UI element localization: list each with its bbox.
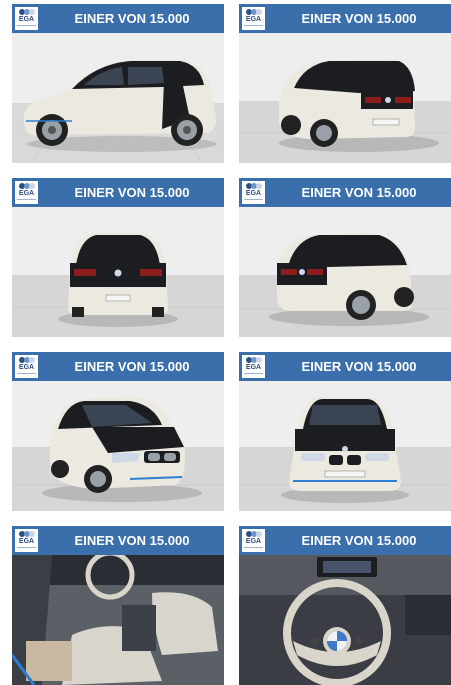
logo-text: EGA <box>245 16 262 23</box>
logo-underline <box>244 373 263 374</box>
photo-banner: EGA EINER VON 15.000 <box>239 526 451 555</box>
ega-logo: EGA <box>242 181 265 204</box>
car-photo-rear-left <box>239 207 451 337</box>
logo-mark-icon <box>246 9 262 15</box>
logo-underline <box>244 547 263 548</box>
ega-logo: EGA <box>242 7 265 30</box>
photo-banner: EGA EINER VON 15.000 <box>239 352 451 381</box>
ega-logo: EGA <box>15 7 38 30</box>
gallery-photo-5[interactable]: EGA EINER VON 15.000 <box>12 352 224 511</box>
logo-text: EGA <box>18 190 35 197</box>
gallery-photo-4[interactable]: EGA EINER VON 15.000 <box>239 178 451 337</box>
ega-logo: EGA <box>15 355 38 378</box>
banner-headline: EINER VON 15.000 <box>74 533 190 548</box>
logo-mark-icon <box>246 183 262 189</box>
photo-banner: EGA EINER VON 15.000 <box>12 352 224 381</box>
car-photo-rear <box>12 207 224 337</box>
ega-logo: EGA <box>242 529 265 552</box>
logo-mark-icon <box>19 9 35 15</box>
logo-text: EGA <box>18 16 35 23</box>
logo-text: EGA <box>245 538 262 545</box>
logo-text: EGA <box>245 364 262 371</box>
logo-underline <box>244 199 263 200</box>
gallery-photo-7[interactable]: EGA EINER VON 15.000 <box>12 526 224 685</box>
car-photo-side <box>12 33 224 163</box>
gallery-photo-1[interactable]: EGA EINER VON 15.000 <box>12 4 224 163</box>
photo-banner: EGA EINER VON 15.000 <box>239 4 451 33</box>
banner-headline: EINER VON 15.000 <box>301 185 417 200</box>
photo-banner: EGA EINER VON 15.000 <box>12 526 224 555</box>
ega-logo: EGA <box>242 355 265 378</box>
photo-banner: EGA EINER VON 15.000 <box>239 178 451 207</box>
logo-mark-icon <box>246 357 262 363</box>
banner-headline: EINER VON 15.000 <box>301 11 417 26</box>
car-photo-rear-right <box>239 33 451 163</box>
logo-text: EGA <box>245 190 262 197</box>
photo-banner: EGA EINER VON 15.000 <box>12 4 224 33</box>
banner-headline: EINER VON 15.000 <box>74 11 190 26</box>
logo-mark-icon <box>19 183 35 189</box>
banner-headline: EINER VON 15.000 <box>301 533 417 548</box>
ega-logo: EGA <box>15 529 38 552</box>
car-photo-front-quarter <box>12 381 224 511</box>
gallery-photo-8[interactable]: EGA EINER VON 15.000 <box>239 526 451 685</box>
gallery-photo-6[interactable]: EGA EINER VON 15.000 <box>239 352 451 511</box>
logo-mark-icon <box>19 531 35 537</box>
logo-underline <box>17 25 36 26</box>
banner-headline: EINER VON 15.000 <box>301 359 417 374</box>
car-photo-front <box>239 381 451 511</box>
logo-underline <box>17 199 36 200</box>
ega-logo: EGA <box>15 181 38 204</box>
logo-mark-icon <box>19 357 35 363</box>
logo-text: EGA <box>18 364 35 371</box>
logo-underline <box>244 25 263 26</box>
banner-headline: EINER VON 15.000 <box>74 359 190 374</box>
logo-text: EGA <box>18 538 35 545</box>
logo-underline <box>17 373 36 374</box>
banner-headline: EINER VON 15.000 <box>74 185 190 200</box>
gallery-photo-3[interactable]: EGA EINER VON 15.000 <box>12 178 224 337</box>
logo-mark-icon <box>246 531 262 537</box>
car-photo-interior-seats <box>12 555 224 685</box>
gallery-photo-2[interactable]: EGA EINER VON 15.000 <box>239 4 451 163</box>
car-photo-interior-steering <box>239 555 451 685</box>
photo-banner: EGA EINER VON 15.000 <box>12 178 224 207</box>
logo-underline <box>17 547 36 548</box>
